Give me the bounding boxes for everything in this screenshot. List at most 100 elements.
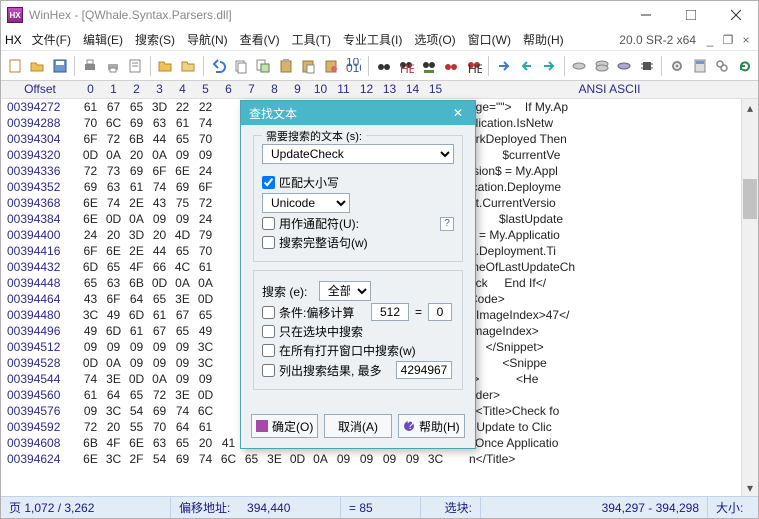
copy-icon[interactable]	[231, 55, 250, 77]
menu-help[interactable]: 帮助(H)	[517, 29, 570, 50]
hex-ascii[interactable]: n.Deployment.Ti	[461, 243, 758, 259]
hex-ascii[interactable]: n</Title>	[461, 451, 758, 467]
copy2-icon[interactable]	[254, 55, 273, 77]
hex-ascii[interactable]: <Title>Check fo	[461, 403, 758, 419]
hex-ascii[interactable]: <ImageIndex>47</	[461, 307, 758, 323]
hex-ascii[interactable]: n $lastUpdate	[461, 211, 758, 227]
mdi-restore-icon[interactable]: ❐	[720, 32, 736, 48]
hex-ascii[interactable]: <Snippe	[461, 355, 758, 371]
ok-button[interactable]: 确定(O)	[251, 414, 318, 438]
scroll-down-icon[interactable]: ▾	[742, 479, 758, 496]
print-icon[interactable]	[80, 55, 99, 77]
disk3-icon[interactable]	[614, 55, 633, 77]
hex-ascii[interactable]: meOfLastUpdateCh	[461, 259, 758, 275]
match-case-checkbox[interactable]	[262, 176, 275, 189]
hex-col-header: 5	[194, 81, 217, 98]
refresh-icon[interactable]	[735, 55, 754, 77]
cond-val2-input[interactable]	[428, 303, 452, 321]
hex-ascii[interactable]: ader>	[461, 387, 758, 403]
menu-options[interactable]: 选项(O)	[408, 29, 461, 50]
binary-icon[interactable]: 101010	[343, 55, 362, 77]
dialog-close-button[interactable]: ✕	[449, 104, 467, 122]
new-icon[interactable]	[5, 55, 24, 77]
calc-icon[interactable]	[690, 55, 709, 77]
hex-ascii[interactable]: orkDeployed Then	[461, 131, 758, 147]
disk-icon[interactable]	[569, 55, 588, 77]
maximize-button[interactable]	[668, 1, 713, 29]
hex-offset: 00394432	[1, 259, 79, 275]
gears-icon[interactable]	[712, 55, 731, 77]
whole-word-checkbox[interactable]	[262, 236, 275, 249]
scroll-thumb[interactable]	[743, 179, 757, 219]
search-scope-select[interactable]: 全部	[319, 281, 371, 301]
hex-ascii[interactable]: rsion$ = My.Appl	[461, 163, 758, 179]
mdi-close-icon[interactable]: ×	[738, 32, 754, 48]
menu-window[interactable]: 窗口(W)	[462, 29, 517, 50]
cond-val1-input[interactable]	[371, 303, 409, 321]
chip-icon[interactable]	[637, 55, 656, 77]
hex-row[interactable]: 003946246E3C2F5469746C653E0D0A090909093C…	[1, 451, 758, 467]
hex-ascii[interactable]: nt.CurrentVersio	[461, 195, 758, 211]
undo-icon[interactable]	[209, 55, 228, 77]
disk2-icon[interactable]	[592, 55, 611, 77]
menu-edit[interactable]: 编辑(E)	[77, 29, 129, 50]
menu-spec[interactable]: 专业工具(I)	[337, 29, 408, 50]
list-max-input[interactable]	[396, 361, 452, 379]
hex-bytes[interactable]: 6E3C2F5469746C653E0D0A090909093C	[79, 451, 461, 467]
list-results-checkbox[interactable]	[262, 364, 275, 377]
hex-ascii[interactable]: plication.IsNetw	[461, 115, 758, 131]
hex-ascii[interactable]: r Update to Clic	[461, 419, 758, 435]
close-button[interactable]	[713, 1, 758, 29]
binoculars-hex-icon[interactable]: HEX	[396, 55, 415, 77]
hex-ascii[interactable]: ImageIndex>	[461, 323, 758, 339]
binoculars-red-icon[interactable]	[441, 55, 460, 77]
forward-icon[interactable]	[539, 55, 558, 77]
hex-ascii[interactable]: eck End If</	[461, 275, 758, 291]
cond-offset-checkbox[interactable]	[262, 306, 275, 319]
hex-ascii[interactable]: age=""> If My.Ap	[461, 99, 758, 115]
printer-icon[interactable]	[103, 55, 122, 77]
goto-icon[interactable]	[494, 55, 513, 77]
menu-nav[interactable]: 导航(N)	[181, 29, 234, 50]
menu-search[interactable]: 搜索(S)	[129, 29, 181, 50]
hex-ascii[interactable]: $ = My.Applicatio	[461, 227, 758, 243]
save-icon[interactable]	[50, 55, 69, 77]
hex-ascii[interactable]: ication.Deployme	[461, 179, 758, 195]
hex-ascii[interactable]: </Snippet>	[461, 339, 758, 355]
only-block-checkbox[interactable]	[262, 325, 275, 338]
paste-icon[interactable]	[276, 55, 295, 77]
folder2-icon[interactable]	[178, 55, 197, 77]
minimize-button[interactable]	[623, 1, 668, 29]
menu-file[interactable]: 文件(F)	[26, 29, 77, 50]
hex-ascii[interactable]: t> <He	[461, 371, 758, 387]
binoculars-text-icon[interactable]	[419, 55, 438, 77]
search-text-input[interactable]: UpdateCheck	[262, 144, 454, 164]
properties-icon[interactable]	[125, 55, 144, 77]
list-results-label: 列出搜索结果, 最多	[279, 362, 382, 379]
wildcard-char-box[interactable]: ?	[440, 217, 454, 231]
encoding-select[interactable]: Unicode	[262, 193, 350, 213]
paste3-icon[interactable]	[321, 55, 340, 77]
wildcard-checkbox[interactable]	[262, 217, 275, 230]
mdi-min-icon[interactable]: _	[702, 32, 718, 48]
vertical-scrollbar[interactable]: ▴ ▾	[741, 99, 758, 496]
hex-ascii[interactable]: kOnce Applicatio	[461, 435, 758, 451]
hex-col-header: 9	[286, 81, 309, 98]
hex-offset: 00394288	[1, 115, 79, 131]
folder-icon[interactable]	[156, 55, 175, 77]
paste2-icon[interactable]	[298, 55, 317, 77]
menu-tools[interactable]: 工具(T)	[286, 29, 337, 50]
all-windows-checkbox[interactable]	[262, 344, 275, 357]
gear-icon[interactable]	[667, 55, 686, 77]
cancel-button[interactable]: 取消(A)	[324, 414, 391, 438]
hex-offset: 00394560	[1, 387, 79, 403]
hex-ascii[interactable]: $currentVe	[461, 147, 758, 163]
open-icon[interactable]	[27, 55, 46, 77]
hex-ascii[interactable]: Code>	[461, 291, 758, 307]
binoculars-red2-icon[interactable]: HEX	[464, 55, 483, 77]
menu-view[interactable]: 查看(V)	[234, 29, 286, 50]
binoculars-icon[interactable]	[374, 55, 393, 77]
scroll-up-icon[interactable]: ▴	[742, 99, 758, 116]
help-button[interactable]: ?帮助(H)	[398, 414, 465, 438]
back-icon[interactable]	[517, 55, 536, 77]
